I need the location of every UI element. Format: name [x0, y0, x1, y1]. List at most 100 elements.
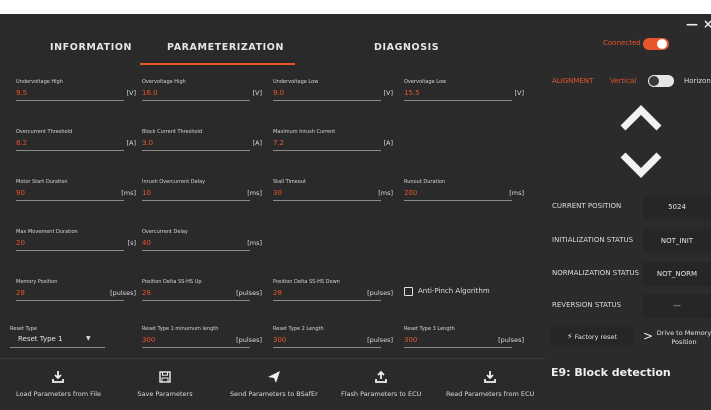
- field-value[interactable]: 300: [273, 336, 286, 344]
- field-unit: [s]: [127, 239, 136, 247]
- tab-information[interactable]: INFORMATION: [50, 42, 132, 53]
- field-block-current-threshold[interactable]: Block Current Threshold 3.0 [A]: [142, 129, 262, 159]
- field-value[interactable]: 15.5: [404, 89, 420, 97]
- active-tab-indicator: [140, 63, 295, 65]
- field-max-movement-duration[interactable]: Max Movement Duration 20 [s]: [16, 229, 136, 259]
- field-memory-position[interactable]: Memory Position 28 [pulses]: [16, 279, 136, 309]
- status-label: INITIALIZATION STATUS: [552, 236, 634, 244]
- field-maximum-inrush-current[interactable]: Maximum Inrush Current 7.2 [A]: [273, 129, 393, 159]
- field-motor-start-duration[interactable]: Motor Start Duration 90 [ms]: [16, 179, 136, 209]
- toggle-knob: [649, 76, 659, 86]
- field-value[interactable]: 7.2: [273, 139, 284, 147]
- field-underline: [142, 150, 250, 151]
- connection-toggle[interactable]: [643, 38, 669, 50]
- field-position-delta-up[interactable]: Position Delta SS-HS Up 28 [pulses]: [142, 279, 262, 309]
- close-button[interactable]: ×: [703, 17, 711, 31]
- title-bar: — ×: [545, 14, 711, 36]
- field-value[interactable]: 40: [142, 239, 151, 247]
- field-underline: [16, 300, 124, 301]
- field-unit: [A]: [252, 139, 262, 147]
- field-value[interactable]: 200: [404, 189, 417, 197]
- field-value[interactable]: 28: [273, 289, 282, 297]
- field-unit: [ms]: [247, 189, 262, 197]
- field-overvoltage-high[interactable]: Overvoltage High 16.0 [V]: [142, 79, 262, 109]
- button-label: Read Parameters from ECU: [446, 390, 535, 398]
- load-parameters-button[interactable]: Load Parameters from File: [16, 370, 101, 406]
- vertical-label: Vertical: [610, 77, 637, 85]
- chevron-up-icon[interactable]: [619, 105, 663, 131]
- field-value[interactable]: 16.0: [142, 89, 158, 97]
- status-value: 5024: [643, 195, 711, 219]
- field-reset-type-2-length[interactable]: Reset Type 2 Length 300 [pulses]: [273, 326, 393, 356]
- status-normalization: NORMALIZATION STATUS NOT_NORM: [548, 262, 711, 286]
- field-label: Motor Start Duration: [16, 179, 68, 185]
- field-stall-timeout[interactable]: Stall Timeout 30 [ms]: [273, 179, 393, 209]
- chevron-down-icon[interactable]: [619, 152, 663, 178]
- status-current-position: CURRENT POSITION 5024: [548, 195, 711, 219]
- field-value[interactable]: 28: [142, 289, 151, 297]
- toggle-knob: [657, 39, 667, 49]
- field-label: Reset Type 2 Length: [273, 326, 324, 332]
- dropdown-arrow-icon[interactable]: ▼: [86, 335, 91, 342]
- field-value[interactable]: 300: [404, 336, 417, 344]
- field-value[interactable]: 300: [142, 336, 155, 344]
- field-undervoltage-high[interactable]: Undervoltage High 9.5 [V]: [16, 79, 136, 109]
- field-overcurrent-threshold[interactable]: Overcurrent Threshold 8.2 [A]: [16, 129, 136, 159]
- flash-parameters-button[interactable]: Flash Parameters to ECU: [341, 370, 421, 406]
- field-overvoltage-low[interactable]: Overvoltage Low 15.5 [V]: [404, 79, 524, 109]
- field-value[interactable]: 9.0: [273, 89, 284, 97]
- button-label: Load Parameters from File: [16, 390, 101, 398]
- read-parameters-button[interactable]: Read Parameters from ECU: [446, 370, 535, 406]
- field-value[interactable]: 20: [16, 239, 25, 247]
- field-unit: [V]: [252, 89, 262, 97]
- field-reset-type-1-length[interactable]: Reset Type 1 minumum length 300 [pulses]: [142, 326, 262, 356]
- anti-pinch-checkbox[interactable]: [404, 287, 413, 296]
- field-inrush-overcurrent-delay[interactable]: Inrush Overcurrent Delay 10 [ms]: [142, 179, 262, 209]
- field-value[interactable]: 3.0: [142, 139, 153, 147]
- button-label: Flash Parameters to ECU: [341, 390, 422, 398]
- field-underline: [273, 200, 381, 201]
- field-value[interactable]: 90: [16, 189, 25, 197]
- field-underline: [142, 250, 250, 251]
- download-icon: [52, 371, 64, 383]
- field-value[interactable]: 8.2: [16, 139, 27, 147]
- send-parameters-button[interactable]: Send Parameters to BSafEr: [230, 370, 318, 406]
- field-value[interactable]: 10: [142, 189, 151, 197]
- field-value[interactable]: 30: [273, 189, 282, 197]
- alignment-toggle[interactable]: [648, 75, 674, 87]
- status-value: NOT_INIT: [643, 229, 711, 253]
- field-label: Position Delta SS-HS Down: [273, 279, 340, 285]
- reset-type-select[interactable]: Reset Type Reset Type 1 ▼: [10, 326, 105, 348]
- field-underline: [16, 100, 124, 101]
- drive-to-memory-button[interactable]: > Drive to Memory Position: [640, 327, 711, 349]
- button-label: Save Parameters: [137, 390, 193, 398]
- field-underline: [142, 200, 250, 201]
- field-label: Overcurrent Threshold: [16, 129, 73, 135]
- field-unit: [pulses]: [110, 289, 136, 297]
- tab-diagnosis[interactable]: DIAGNOSIS: [374, 42, 439, 53]
- field-unit: [V]: [514, 89, 524, 97]
- reset-type-value[interactable]: Reset Type 1: [18, 335, 63, 343]
- error-message: E9: Block detection: [551, 366, 671, 379]
- field-unit: [A]: [126, 139, 136, 147]
- field-overcurrent-delay[interactable]: Overcurrent Delay 40 [ms]: [142, 229, 262, 259]
- field-position-delta-down[interactable]: Position Delta SS-HS Down 28 [pulses]: [273, 279, 393, 309]
- field-value[interactable]: 9.5: [16, 89, 27, 97]
- field-reset-type-3-length[interactable]: Reset Type 3 Length 300 [pulses]: [404, 326, 524, 356]
- minimize-button[interactable]: —: [686, 17, 698, 31]
- save-parameters-button[interactable]: Save Parameters: [137, 370, 193, 406]
- field-unit: [pulses]: [367, 289, 393, 297]
- factory-reset-button[interactable]: ⚡ Factory reset: [551, 327, 633, 347]
- field-label: Maximum Inrush Current: [273, 129, 336, 135]
- field-label: Runout Duration: [404, 179, 446, 185]
- download-icon: [483, 371, 496, 383]
- field-unit: [ms]: [247, 239, 262, 247]
- field-runout-duration[interactable]: Runout Duration 200 [ms]: [404, 179, 524, 209]
- field-value[interactable]: 28: [16, 289, 25, 297]
- status-label: CURRENT POSITION: [552, 202, 622, 210]
- drive-to-memory-label: Drive to Memory Position: [656, 329, 711, 346]
- tab-parameterization[interactable]: PARAMETERIZATION: [167, 42, 284, 53]
- app-window: — × INFORMATION PARAMETERIZATION DIAGNOS…: [0, 0, 711, 410]
- field-undervoltage-low[interactable]: Undervoltage Low 9.0 [V]: [273, 79, 393, 109]
- alignment-label: ALIGNMENT: [552, 77, 594, 85]
